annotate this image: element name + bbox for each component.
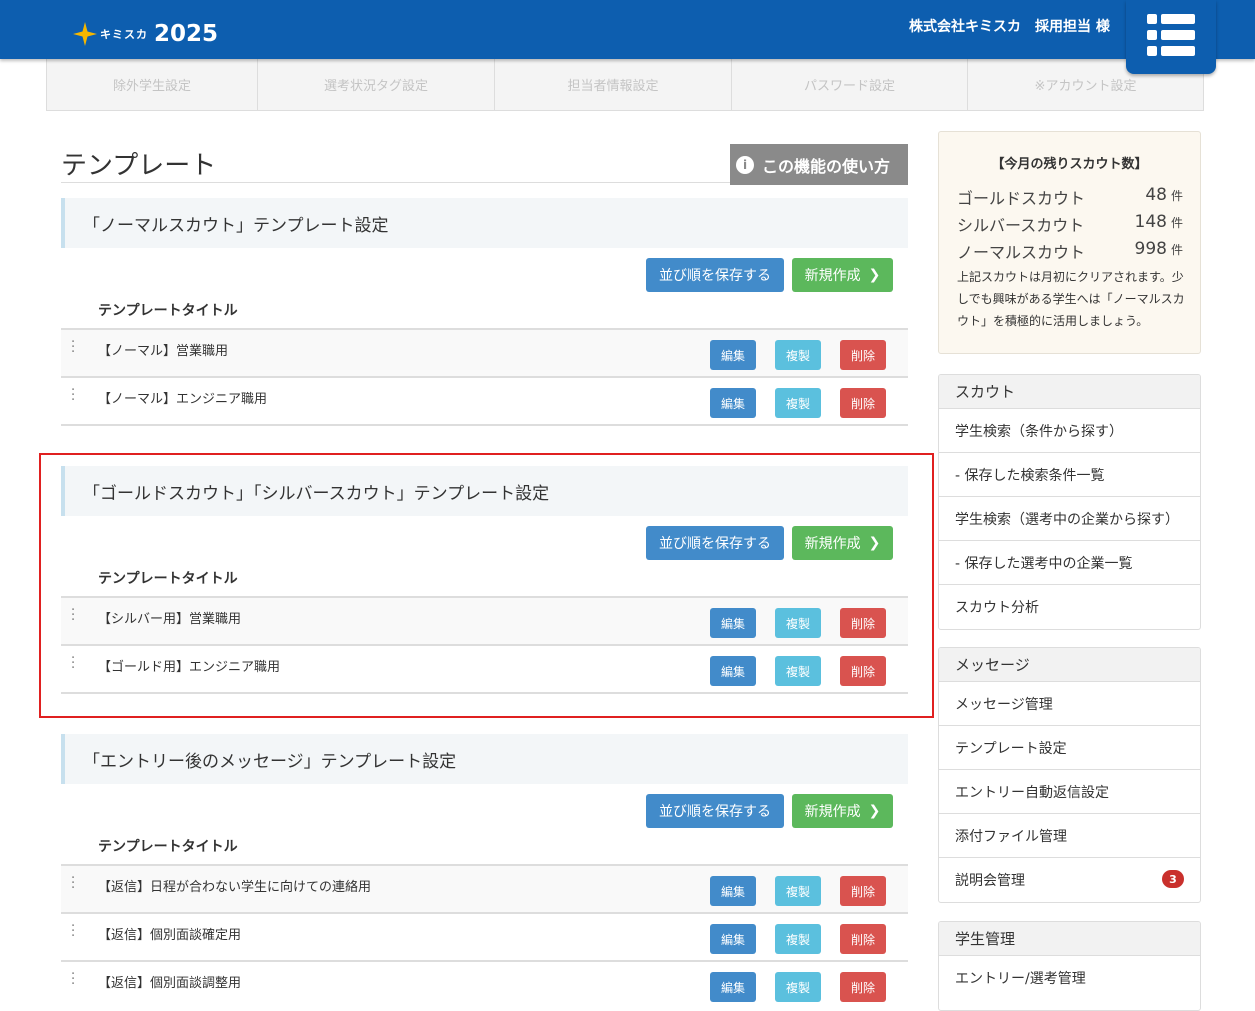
copy-button[interactable]: 複製 [775, 924, 821, 954]
column-header-title: テンプレートタイトル [98, 839, 238, 855]
scout-unit: 件 [1170, 189, 1183, 203]
delete-button[interactable]: 削除 [840, 972, 886, 1002]
logo-year: 2025 [154, 21, 219, 47]
template-title: 【返信】個別面談確定用 [98, 928, 242, 943]
menu-item-message-management[interactable]: メッセージ管理 [939, 682, 1200, 726]
menu-heading: メッセージ [939, 648, 1200, 682]
new-label: 新規作成 [804, 804, 861, 820]
save-order-button[interactable]: 並び順を保存する [646, 258, 784, 292]
copy-button[interactable]: 複製 [775, 876, 821, 906]
menu-item-label: 説明会管理 [955, 873, 1025, 889]
scout-count-gold: ゴールドスカウト 48 件 [957, 185, 1183, 209]
copy-button[interactable]: 複製 [775, 972, 821, 1002]
page-title: テンプレート [61, 151, 217, 181]
delete-button[interactable]: 削除 [840, 924, 886, 954]
scout-note: 上記スカウトは月初にクリアされます。少しでも興味がある学生へは「ノーマルスカウト… [957, 270, 1185, 328]
notification-badge: 3 [1162, 870, 1184, 888]
top-header: キミスカ 2025 株式会社キミスカ 採用担当 様 [0, 0, 1255, 59]
logo-text: キミスカ [100, 28, 148, 41]
table-row[interactable]: · · · 【ノーマル】営業職用 編集 複製 削除 [61, 328, 908, 376]
menu-item-saved-search[interactable]: - 保存した検索条件一覧 [939, 453, 1200, 497]
scout-label: ゴールドスカウト [957, 189, 1086, 208]
scout-count: 48 [1145, 185, 1167, 205]
section-heading: 「ノーマルスカウト」テンプレート設定 [61, 198, 908, 248]
scout-remaining-box: 【今月の残りスカウト数】 ゴールドスカウト 48 件 シルバースカウト 148 件 … [938, 131, 1201, 354]
scout-count: 998 [1134, 239, 1167, 259]
delete-button[interactable]: 削除 [840, 876, 886, 906]
howto-label: この機能の使い方 [762, 156, 891, 176]
template-title: 【ノーマル】営業職用 [98, 344, 229, 359]
scout-menu: スカウト 学生検索（条件から探す） - 保存した検索条件一覧 学生検索（選考中の… [938, 374, 1201, 630]
tab-password[interactable]: パスワード設定 [732, 59, 968, 110]
settings-tabs: 除外学生設定 選考状況タグ設定 担当者情報設定 パスワード設定 ※アカウント設定 [46, 59, 1204, 111]
table-row[interactable]: · · · 【返信】個別面談確定用 編集 複製 削除 [61, 912, 908, 960]
drag-handle-icon[interactable]: · · · [71, 872, 75, 895]
table-row[interactable]: · · · 【ノーマル】エンジニア職用 編集 複製 削除 [61, 376, 908, 424]
copy-button[interactable]: 複製 [775, 388, 821, 418]
new-template-button[interactable]: 新規作成 ❯ [792, 258, 893, 292]
menu-item-search-by-company[interactable]: 学生検索（選考中の企業から探す） [939, 497, 1200, 541]
edit-button[interactable]: 編集 [710, 924, 756, 954]
tab-selection-tags[interactable]: 選考状況タグ設定 [258, 59, 495, 110]
menu-item-attachments[interactable]: 添付ファイル管理 [939, 814, 1200, 858]
logo[interactable]: キミスカ 2025 [72, 18, 218, 50]
template-title: 【ノーマル】エンジニア職用 [98, 392, 268, 407]
scout-label: シルバースカウト [957, 216, 1085, 235]
menu-item-briefing-sessions[interactable]: 説明会管理 3 [939, 858, 1200, 902]
menu-item-scout-analysis[interactable]: スカウト分析 [939, 585, 1200, 629]
company-name: 株式会社キミスカ 採用担当 様 [909, 19, 1110, 35]
tab-staff-info[interactable]: 担当者情報設定 [495, 59, 732, 110]
tab-excluded-students[interactable]: 除外学生設定 [47, 59, 258, 110]
chevron-right-icon: ❯ [868, 803, 881, 819]
delete-button[interactable]: 削除 [840, 388, 886, 418]
menu-heading: スカウト [939, 375, 1200, 409]
list-menu-icon [1147, 14, 1195, 56]
menu-heading: 学生管理 [939, 922, 1200, 956]
student-menu: 学生管理 エントリー/選考管理 [938, 921, 1201, 1011]
drag-handle-icon[interactable]: · · · [71, 336, 75, 359]
new-label: 新規作成 [804, 268, 861, 284]
info-icon: i [736, 155, 754, 174]
menu-item-saved-companies[interactable]: - 保存した選考中の企業一覧 [939, 541, 1200, 585]
drag-handle-icon[interactable]: · · · [71, 920, 75, 943]
new-template-button[interactable]: 新規作成 ❯ [792, 794, 893, 828]
highlight-box [39, 453, 934, 718]
scout-count-normal: ノーマルスカウト 998 件 [957, 239, 1183, 263]
scout-unit: 件 [1170, 216, 1183, 230]
normal-scout-section: 「ノーマルスカウト」テンプレート設定 並び順を保存する 新規作成 ❯ テンプレート… [61, 198, 908, 428]
howto-button[interactable]: i この機能の使い方 [730, 144, 908, 185]
edit-button[interactable]: 編集 [710, 876, 756, 906]
message-menu: メッセージ メッセージ管理 テンプレート設定 エントリー自動返信設定 添付ファイ… [938, 647, 1201, 903]
star-logo-icon [73, 22, 97, 46]
main-menu-button[interactable] [1126, 0, 1216, 74]
scout-label: ノーマルスカウト [957, 243, 1086, 262]
chevron-right-icon: ❯ [868, 267, 881, 283]
template-title: 【返信】日程が合わない学生に向けての連絡用 [98, 880, 372, 895]
edit-button[interactable]: 編集 [710, 388, 756, 418]
edit-button[interactable]: 編集 [710, 972, 756, 1002]
menu-item-auto-reply[interactable]: エントリー自動返信設定 [939, 770, 1200, 814]
delete-button[interactable]: 削除 [840, 340, 886, 370]
menu-item-student-search[interactable]: 学生検索（条件から探す） [939, 409, 1200, 453]
save-order-button[interactable]: 並び順を保存する [646, 794, 784, 828]
copy-button[interactable]: 複製 [775, 340, 821, 370]
menu-item-template-settings[interactable]: テンプレート設定 [939, 726, 1200, 770]
column-header-title: テンプレートタイトル [98, 303, 238, 319]
table-row[interactable]: · · · 【返信】個別面談調整用 編集 複製 削除 [61, 960, 908, 1008]
table-end-rule [61, 424, 908, 426]
template-title: 【返信】個別面談調整用 [98, 976, 242, 991]
edit-button[interactable]: 編集 [710, 340, 756, 370]
drag-handle-icon[interactable]: · · · [71, 968, 75, 991]
scout-count-silver: シルバースカウト 148 件 [957, 212, 1183, 236]
section-heading: 「エントリー後のメッセージ」テンプレート設定 [61, 734, 908, 784]
scout-unit: 件 [1170, 243, 1183, 257]
scout-count: 148 [1134, 212, 1167, 232]
drag-handle-icon[interactable]: · · · [71, 384, 75, 407]
scout-remaining-heading: 【今月の残りスカウト数】 [991, 157, 1148, 172]
table-row[interactable]: · · · 【返信】日程が合わない学生に向けての連絡用 編集 複製 削除 [61, 864, 908, 912]
entry-message-section: 「エントリー後のメッセージ」テンプレート設定 並び順を保存する 新規作成 ❯ テン… [61, 734, 908, 1008]
menu-item-entry-management[interactable]: エントリー/選考管理 [939, 956, 1200, 1000]
